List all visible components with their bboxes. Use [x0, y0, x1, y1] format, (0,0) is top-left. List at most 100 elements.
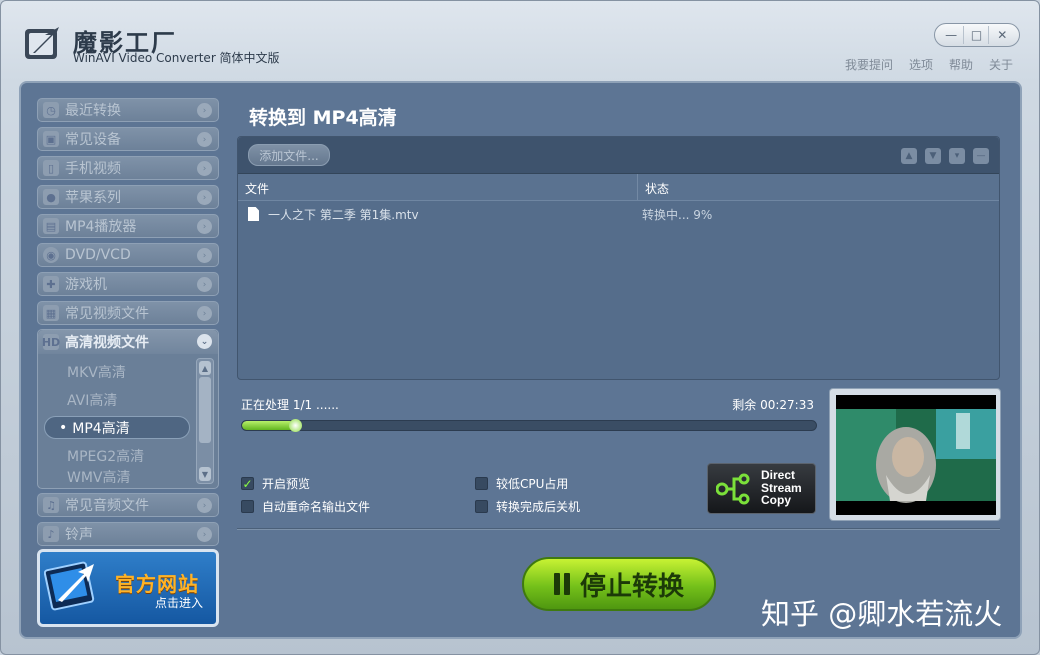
window-controls: — □ ✕	[934, 23, 1020, 47]
move-bottom-icon[interactable]: ▾	[949, 148, 965, 164]
sidebar-item-label: DVD/VCD	[65, 247, 131, 263]
sidebar-group-label: 高清视频文件	[65, 335, 149, 351]
chevron-right-icon: ›	[197, 219, 212, 234]
hd-icon: HD	[41, 334, 61, 350]
move-up-icon[interactable]: ▲	[901, 148, 917, 164]
file-status: 转换中... 9%	[642, 207, 713, 222]
direct-stream-copy-button[interactable]: Direct Stream Copy	[707, 463, 816, 514]
sidebar-subitem-wmv[interactable]: WMV高清	[44, 467, 190, 485]
column-header-status[interactable]: 状态	[638, 174, 999, 200]
maximize-button[interactable]: □	[965, 26, 989, 44]
sidebar-item-mp4-player[interactable]: ▤ MP4播放器 ›	[37, 214, 219, 238]
checkbox-shutdown[interactable]	[475, 500, 488, 513]
option-auto-rename[interactable]: 自动重命名输出文件	[241, 498, 370, 515]
app-window: 魔影工厂 WinAVI Video Converter 简体中文版 — □ ✕ …	[0, 0, 1040, 655]
link-ask-question[interactable]: 我要提问	[845, 56, 893, 73]
minimize-button[interactable]: —	[940, 26, 964, 44]
chevron-right-icon: ›	[197, 132, 212, 147]
sidebar-item-dvd[interactable]: ◉ DVD/VCD ›	[37, 243, 219, 267]
chevron-right-icon: ›	[197, 527, 212, 542]
mp4-icon: ▤	[43, 218, 59, 234]
official-site-banner[interactable]: 官方网站 点击进入	[37, 549, 219, 627]
pause-icon	[553, 573, 570, 595]
option-label: 开启预览	[262, 477, 311, 491]
scroll-up-icon[interactable]: ▲	[199, 361, 211, 375]
progress-knob	[289, 419, 302, 432]
audio-icon: ♫	[43, 497, 59, 513]
chevron-right-icon: ›	[197, 498, 212, 513]
chevron-right-icon: ›	[197, 103, 212, 118]
checkbox-preview[interactable]: ✓	[241, 477, 254, 491]
sidebar-group-header[interactable]: HD 高清视频文件 ⌄	[38, 330, 218, 354]
move-down-icon[interactable]: ▼	[925, 148, 941, 164]
file-toolbar: 添加文件... ▲ ▼ ▾ —	[238, 137, 999, 174]
sidebar-subitem-mpeg2[interactable]: MPEG2高清	[44, 444, 190, 467]
checkbox-low-cpu[interactable]	[475, 477, 488, 490]
dsc-label: Direct Stream Copy	[761, 469, 802, 507]
checkbox-auto-rename[interactable]	[241, 500, 254, 513]
sidebar-item-console[interactable]: ✚ 游戏机 ›	[37, 272, 219, 296]
device-icon: ▣	[43, 131, 59, 147]
chevron-right-icon: ›	[197, 306, 212, 321]
top-links: 我要提问 选项 帮助 关于	[845, 56, 1013, 73]
sidebar-subitem-mp4[interactable]: • MP4高清	[44, 416, 190, 439]
promo-title: 官方网站	[115, 572, 199, 596]
scroll-thumb[interactable]	[199, 377, 211, 443]
link-options[interactable]: 选项	[909, 56, 933, 73]
option-shutdown[interactable]: 转换完成后关机	[475, 498, 580, 515]
sidebar-item-label: 手机视频	[65, 161, 121, 177]
preview-image	[836, 395, 996, 515]
disc-icon: ◉	[43, 247, 59, 263]
sidebar-item-label: MP4播放器	[65, 219, 137, 235]
bell-icon: ♪	[43, 526, 59, 542]
sidebar-item-recent[interactable]: ◷ 最近转换 ›	[37, 98, 219, 122]
column-header-file[interactable]: 文件	[238, 174, 638, 200]
option-preview[interactable]: ✓ 开启预览	[241, 475, 310, 492]
stop-conversion-button[interactable]: 停止转换	[522, 557, 716, 611]
sidebar-subitem-mkv[interactable]: MKV高清	[44, 360, 190, 383]
chevron-right-icon: ›	[197, 161, 212, 176]
progress-label: 正在处理 1/1 ......	[241, 398, 339, 412]
file-row[interactable]: 一人之下 第二季 第1集.mtv 转换中... 9%	[238, 201, 999, 227]
link-about[interactable]: 关于	[989, 56, 1013, 73]
sidebar-item-label: 苹果系列	[65, 190, 121, 206]
toolbar-icons: ▲ ▼ ▾ —	[901, 148, 989, 164]
sidebar-item-label: 游戏机	[65, 277, 107, 293]
file-cell: 一人之下 第二季 第1集.mtv	[238, 206, 638, 223]
sidebar-item-ringtone[interactable]: ♪ 铃声 ›	[37, 522, 219, 546]
link-help[interactable]: 帮助	[949, 56, 973, 73]
monitor-arrow-icon	[44, 561, 95, 611]
chevron-down-icon: ⌄	[197, 334, 212, 349]
document-icon	[248, 207, 259, 221]
sidebar-subitem-avi[interactable]: AVI高清	[44, 388, 190, 411]
sidebar-item-label: 常见设备	[65, 132, 121, 148]
sidebar-item-video-files[interactable]: ▦ 常见视频文件 ›	[37, 301, 219, 325]
remove-icon[interactable]: —	[973, 148, 989, 164]
sidebar-item-devices[interactable]: ▣ 常见设备 ›	[37, 127, 219, 151]
option-label: 较低CPU占用	[496, 477, 569, 491]
app-subtitle: WinAVI Video Converter 简体中文版	[73, 51, 280, 65]
stop-button-label: 停止转换	[579, 571, 684, 602]
bullet-icon: •	[59, 419, 68, 436]
watermark: 知乎 @卿水若流火	[761, 597, 1003, 631]
chevron-right-icon: ›	[197, 248, 212, 263]
add-file-button[interactable]: 添加文件...	[248, 144, 330, 166]
file-name: 一人之下 第二季 第1集.mtv	[268, 207, 419, 222]
option-low-cpu[interactable]: 较低CPU占用	[475, 475, 568, 492]
app-logo-icon	[25, 27, 59, 59]
progress-bar	[241, 420, 817, 431]
option-label: 转换完成后关机	[496, 500, 581, 514]
sidebar-item-phone[interactable]: ▯ 手机视频 ›	[37, 156, 219, 180]
sidebar-item-audio[interactable]: ♫ 常见音频文件 ›	[37, 493, 219, 517]
sidebar-item-apple[interactable]: ● 苹果系列 ›	[37, 185, 219, 209]
chevron-right-icon: ›	[197, 190, 212, 205]
page-title: 转换到 MP4高清	[249, 107, 397, 129]
scroll-down-icon[interactable]: ▼	[199, 467, 211, 481]
divider	[237, 528, 1000, 530]
sidebar-item-label: 常见视频文件	[65, 306, 149, 322]
apple-icon: ●	[43, 189, 59, 205]
close-button[interactable]: ✕	[990, 26, 1014, 44]
sidebar-scrollbar[interactable]: ▲ ▼	[196, 358, 214, 484]
film-icon: ▦	[43, 305, 59, 321]
option-label: 自动重命名输出文件	[262, 500, 371, 514]
